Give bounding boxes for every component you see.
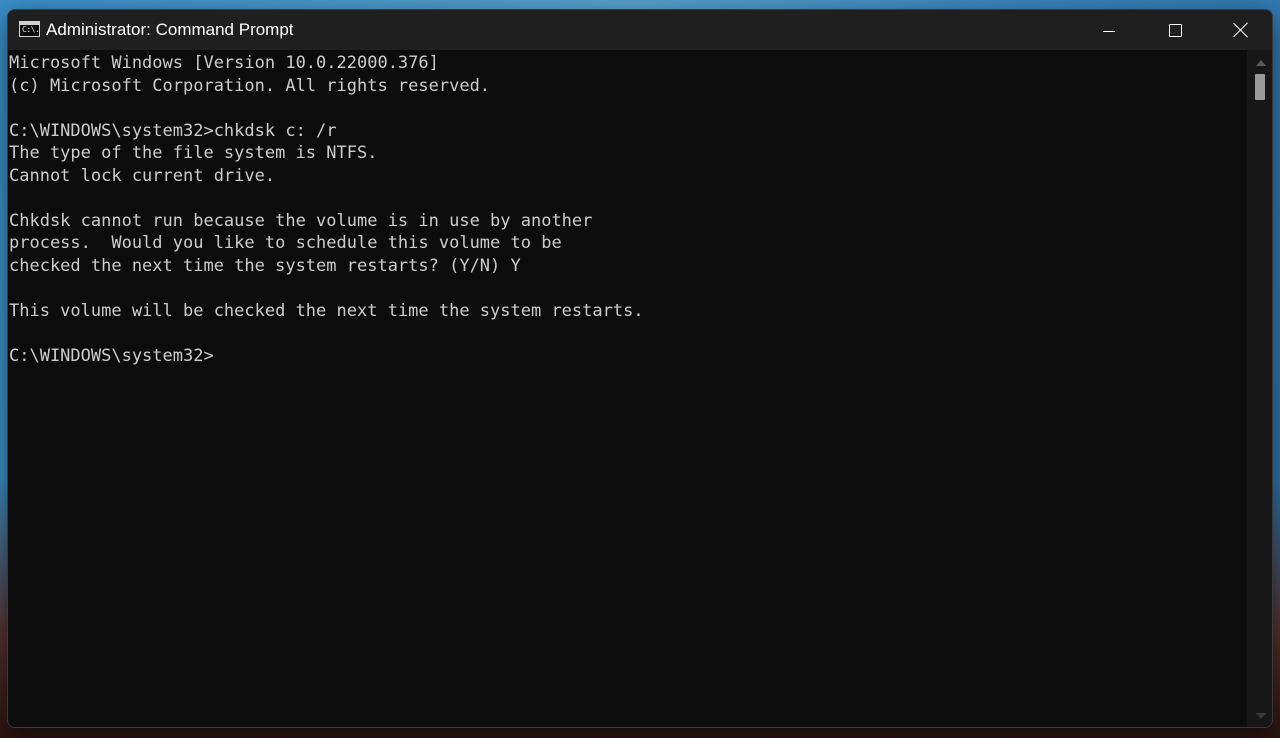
console-line: process. Would you like to schedule this… — [9, 233, 562, 253]
close-icon — [1233, 22, 1249, 38]
console-line: Chkdsk cannot run because the volume is … — [9, 210, 593, 231]
console-line: C:\WINDOWS\system32>chkdsk c: /r — [9, 120, 337, 141]
minimize-button[interactable] — [1076, 10, 1142, 50]
console-line: This volume will be checked the next tim… — [9, 300, 644, 321]
console-line: Cannot lock current drive. — [9, 165, 276, 186]
title-bar[interactable]: C:\. Administrator: Command Prompt — [8, 10, 1272, 50]
command-prompt-window: C:\. Administrator: Command Prompt Micro… — [7, 9, 1273, 728]
minimize-icon — [1103, 30, 1115, 32]
console-line: checked the next time the system restart… — [9, 255, 521, 276]
scroll-down-arrow-icon[interactable] — [1256, 713, 1266, 719]
vertical-scrollbar[interactable] — [1247, 50, 1272, 727]
command-prompt-line[interactable]: C:\WINDOWS\system32> — [9, 345, 1246, 368]
close-button[interactable] — [1208, 10, 1272, 50]
command-prompt-icon[interactable]: C:\. — [19, 21, 40, 37]
console-output[interactable]: Microsoft Windows [Version 10.0.22000.37… — [8, 50, 1246, 727]
console-line: The type of the file system is NTFS. — [9, 143, 378, 163]
console-line: Microsoft Windows [Version 10.0.22000.37… — [9, 53, 439, 73]
scrollbar-thumb[interactable] — [1255, 74, 1265, 100]
scroll-up-arrow-icon[interactable] — [1256, 60, 1266, 66]
maximize-button[interactable] — [1142, 10, 1208, 50]
maximize-icon — [1168, 23, 1182, 37]
console-line: (c) Microsoft Corporation. All rights re… — [9, 75, 491, 96]
app-icon-text: C:\. — [22, 25, 40, 34]
window-title: Administrator: Command Prompt — [46, 20, 294, 39]
